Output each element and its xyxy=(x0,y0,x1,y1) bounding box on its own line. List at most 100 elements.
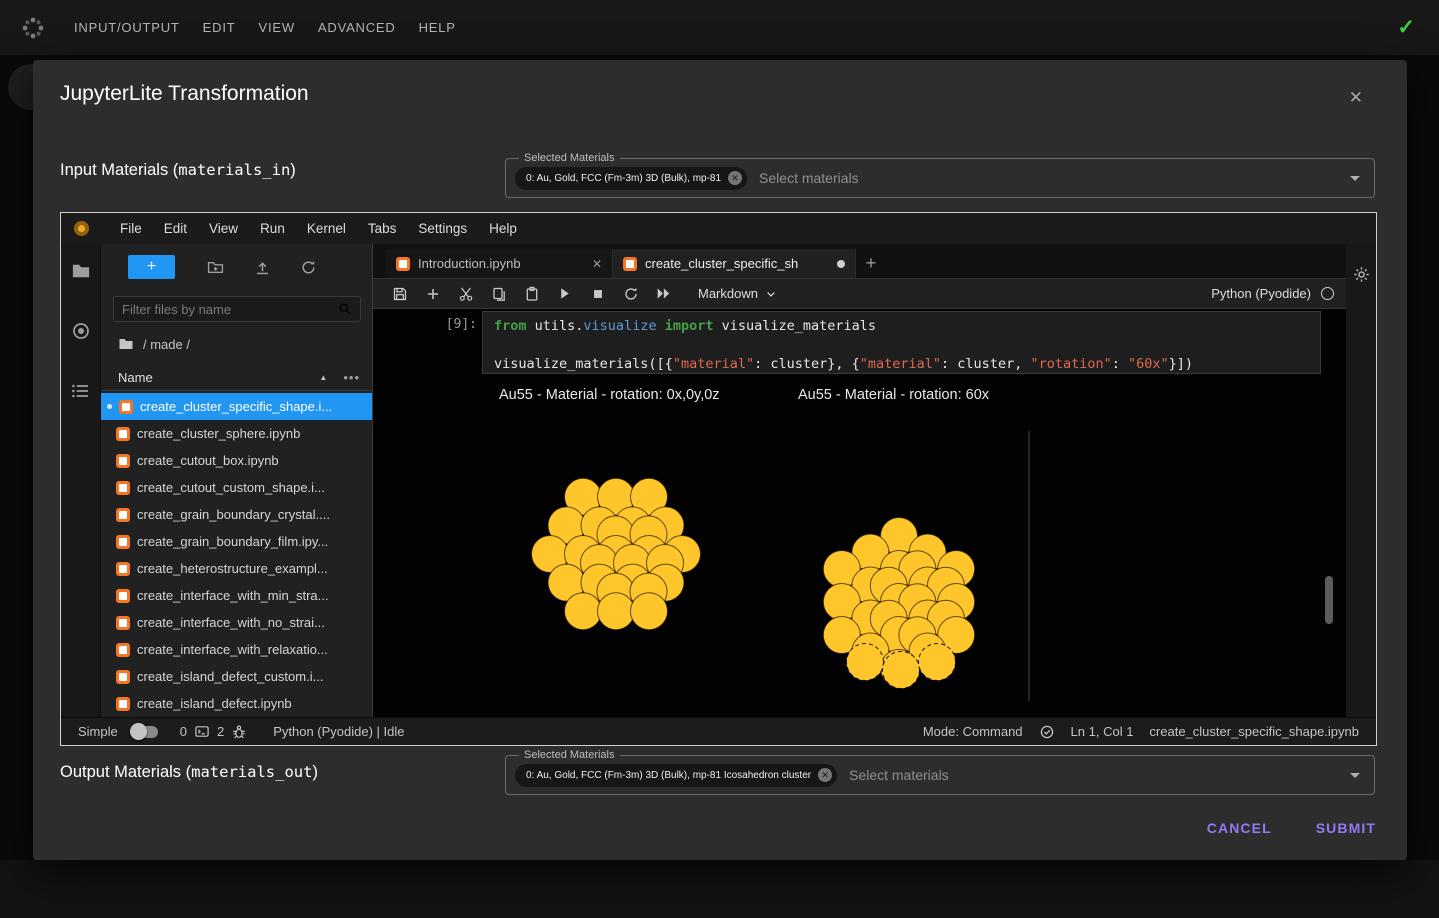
app-menu-advanced[interactable]: ADVANCED xyxy=(318,20,396,35)
output-material-chip[interactable]: 0: Au, Gold, FCC (Fm-3m) 3D (Bulk), mp-8… xyxy=(515,763,838,787)
file-filter-input[interactable] xyxy=(122,301,332,317)
jp-menu-settings[interactable]: Settings xyxy=(407,221,478,236)
app-menu-input-output[interactable]: INPUT/OUTPUT xyxy=(74,20,180,35)
settings-gear-icon[interactable] xyxy=(1353,266,1370,283)
dropdown-caret-icon[interactable] xyxy=(1350,176,1360,186)
file-item[interactable]: create_interface_with_no_strai... xyxy=(101,609,372,636)
tab-introduction[interactable]: Introduction.ipynb ✕ xyxy=(386,249,613,278)
file-item[interactable]: create_cutout_custom_shape.i... xyxy=(101,474,372,501)
sessions-indicator[interactable]: 0 2 xyxy=(180,724,247,740)
kernel-name-button[interactable]: Python (Pyodide) xyxy=(1211,286,1334,301)
tab-close-icon[interactable]: ✕ xyxy=(592,257,602,271)
file-item[interactable]: create_grain_boundary_crystal.... xyxy=(101,501,372,528)
file-item[interactable]: create_interface_with_relaxatio... xyxy=(101,636,372,663)
notebook-icon xyxy=(116,669,130,684)
scrollbar-thumb[interactable] xyxy=(1325,576,1333,624)
input-select-placeholder: Select materials xyxy=(759,170,859,186)
dropdown-caret-icon[interactable] xyxy=(1350,773,1360,783)
file-name: create_cutout_custom_shape.i... xyxy=(137,480,325,495)
cursor-position[interactable]: Ln 1, Col 1 xyxy=(1071,724,1134,739)
name-column-header[interactable]: Name xyxy=(118,370,153,385)
input-material-chip[interactable]: 0: Au, Gold, FCC (Fm-3m) 3D (Bulk), mp-8… xyxy=(515,166,748,190)
notebook-icon xyxy=(623,256,637,271)
column-menu-icon[interactable]: ••• xyxy=(343,370,360,385)
tab-create-cluster[interactable]: create_cluster_specific_sh xyxy=(613,249,856,278)
notebook-icon xyxy=(116,561,130,576)
run-all-icon[interactable] xyxy=(647,279,680,308)
refresh-icon[interactable] xyxy=(300,259,317,276)
bug-icon xyxy=(233,724,246,738)
chip-label: 0: Au, Gold, FCC (Fm-3m) 3D (Bulk), mp-8… xyxy=(526,172,722,184)
app-logo-icon[interactable] xyxy=(20,15,46,41)
cut-cell-icon[interactable] xyxy=(449,279,482,308)
file-item[interactable]: create_grain_boundary_film.ipy... xyxy=(101,528,372,555)
chip-delete-icon[interactable]: ✕ xyxy=(728,171,743,185)
file-item[interactable]: create_island_defect_custom.i... xyxy=(101,663,372,690)
jp-menu-help[interactable]: Help xyxy=(478,221,528,236)
jp-menu-file[interactable]: File xyxy=(109,221,153,236)
file-item[interactable]: create_interface_with_min_stra... xyxy=(101,582,372,609)
check-icon[interactable]: ✓ xyxy=(1397,15,1415,40)
code-cell[interactable]: from utils.visualize import visualize_ma… xyxy=(482,311,1321,374)
app-menu-edit[interactable]: EDIT xyxy=(203,20,236,35)
input-label-suffix: ) xyxy=(290,161,296,179)
file-item[interactable]: create_heterostructure_exampl... xyxy=(101,555,372,582)
notebook-icon xyxy=(116,588,130,603)
restart-kernel-icon[interactable] xyxy=(614,279,647,308)
kernel-status-text[interactable]: Python (Pyodide) | Idle xyxy=(273,724,404,739)
jp-menu-edit[interactable]: Edit xyxy=(153,221,198,236)
file-name: create_heterostructure_exampl... xyxy=(137,561,328,576)
add-cell-icon[interactable] xyxy=(416,279,449,308)
chip-label: 0: Au, Gold, FCC (Fm-3m) 3D (Bulk), mp-8… xyxy=(526,769,812,781)
notebook-toolbar: Markdown Python (Pyodide) xyxy=(373,279,1346,309)
input-select-label: Selected Materials xyxy=(519,151,620,165)
cell-type-dropdown[interactable]: Markdown xyxy=(698,286,777,301)
file-item[interactable]: create_cutout_box.ipynb xyxy=(101,447,372,474)
jp-menu-kernel[interactable]: Kernel xyxy=(296,221,357,236)
simple-mode-toggle[interactable] xyxy=(129,722,158,740)
jp-menu-view[interactable]: View xyxy=(198,221,249,236)
jp-menu-run[interactable]: Run xyxy=(249,221,296,236)
submit-button[interactable]: SUBMIT xyxy=(1316,812,1376,844)
chip-delete-icon[interactable]: ✕ xyxy=(818,768,833,782)
new-folder-icon[interactable] xyxy=(207,259,224,276)
notebook-icon xyxy=(116,642,130,657)
jp-menu-tabs[interactable]: Tabs xyxy=(357,221,408,236)
jupyter-menubar: File Edit View Run Kernel Tabs Settings Help xyxy=(61,213,1376,244)
notebook-icon xyxy=(116,453,130,468)
running-sessions-icon[interactable] xyxy=(71,321,91,341)
table-of-contents-icon[interactable] xyxy=(71,381,91,401)
input-materials-select[interactable]: Selected Materials 0: Au, Gold, FCC (Fm-… xyxy=(505,151,1375,198)
app-menu-help[interactable]: HELP xyxy=(419,20,456,35)
status-circle-icon[interactable] xyxy=(1039,724,1055,740)
cluster-visualization xyxy=(531,431,1030,701)
selected-dot-icon xyxy=(107,404,112,409)
app-root: INPUT/OUTPUT EDIT VIEW ADVANCED HELP ✓ Jupyt… xyxy=(0,0,1439,918)
app-menu-view[interactable]: VIEW xyxy=(258,20,294,35)
upload-icon[interactable] xyxy=(254,259,271,276)
file-item[interactable]: create_cluster_specific_shape.i... xyxy=(101,393,372,420)
breadcrumb[interactable]: / made / xyxy=(118,336,190,352)
output-materials-select[interactable]: Selected Materials 0: Au, Gold, FCC (Fm-… xyxy=(505,748,1375,795)
search-icon xyxy=(339,303,351,315)
stop-kernel-icon[interactable] xyxy=(581,279,614,308)
file-browser-icon[interactable] xyxy=(71,261,91,281)
new-launcher-button[interactable]: + xyxy=(128,255,175,279)
close-icon[interactable]: ✕ xyxy=(1349,88,1363,108)
add-tab-icon[interactable]: + xyxy=(856,249,886,278)
paste-cell-icon[interactable] xyxy=(515,279,548,308)
save-icon[interactable] xyxy=(383,279,416,308)
cancel-button[interactable]: CANCEL xyxy=(1207,812,1272,844)
simple-label: Simple xyxy=(78,724,118,739)
run-cell-icon[interactable] xyxy=(548,279,581,308)
kernel-name: Python (Pyodide) xyxy=(1211,286,1311,301)
output-select-label: Selected Materials xyxy=(519,748,620,762)
file-item[interactable]: create_cluster_sphere.ipynb xyxy=(101,420,372,447)
file-name: create_cutout_box.ipynb xyxy=(137,453,279,468)
file-item[interactable]: create_island_defect.ipynb xyxy=(101,690,372,717)
file-list-header[interactable]: Name ▲ ••• xyxy=(101,365,372,391)
notebook-icon xyxy=(116,615,130,630)
copy-cell-icon[interactable] xyxy=(482,279,515,308)
app-topbar: INPUT/OUTPUT EDIT VIEW ADVANCED HELP ✓ xyxy=(0,0,1439,55)
notebook-icon xyxy=(116,480,130,495)
